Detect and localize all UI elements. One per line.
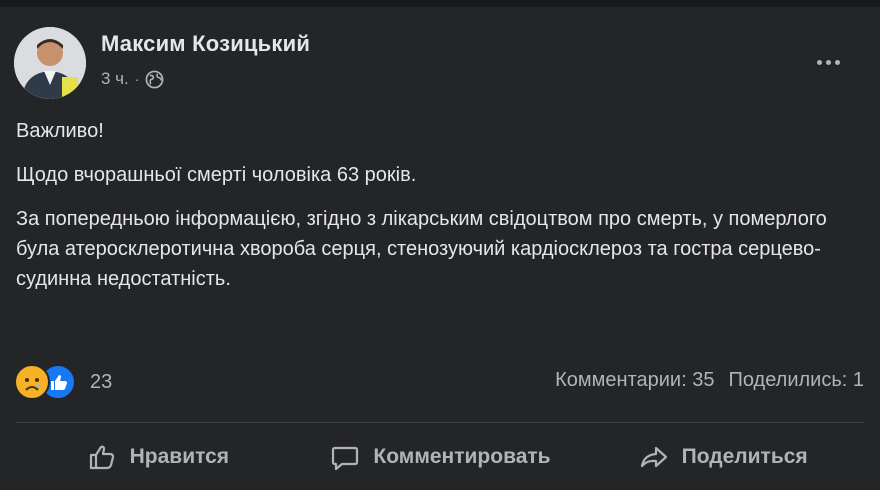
comment-button[interactable]: Комментировать bbox=[299, 433, 582, 481]
author-avatar[interactable] bbox=[14, 27, 86, 99]
reaction-count: 23 bbox=[90, 370, 113, 393]
share-button-label: Поделиться bbox=[681, 445, 808, 468]
post-body: Важливо! Щодо вчорашньої смерті чоловіка… bbox=[16, 116, 866, 294]
meta-separator: · bbox=[134, 71, 140, 87]
thumbs-up-icon bbox=[89, 445, 114, 470]
like-button-label: Нравится bbox=[129, 445, 230, 468]
engagement-counts: Комментарии: 35 Поделились: 1 bbox=[555, 369, 864, 392]
post-card: Максим Козицький 3 ч. · Важливо! Щодо вч… bbox=[0, 7, 880, 490]
sad-reaction-icon bbox=[14, 364, 50, 400]
share-button[interactable]: Поделиться bbox=[581, 433, 864, 481]
post-paragraph: Щодо вчорашньої смерті чоловіка 63 років… bbox=[16, 164, 417, 186]
post-paragraph: Важливо! bbox=[16, 120, 104, 142]
more-dot bbox=[825, 59, 831, 65]
share-icon bbox=[640, 446, 667, 468]
more-dot bbox=[834, 59, 840, 65]
post-time[interactable]: 3 ч. bbox=[101, 69, 129, 89]
post-header: Максим Козицький 3 ч. · bbox=[14, 27, 864, 99]
more-dot bbox=[816, 59, 822, 65]
reactions-summary[interactable]: 23 bbox=[14, 364, 113, 400]
post-stats: 23 Комментарии: 35 Поделились: 1 bbox=[14, 363, 864, 400]
post-meta: 3 ч. · bbox=[101, 69, 164, 89]
comment-icon bbox=[332, 446, 359, 471]
comments-count-link[interactable]: Комментарии: 35 bbox=[555, 369, 714, 392]
actions-divider bbox=[16, 422, 864, 423]
more-options-icon[interactable] bbox=[808, 47, 848, 77]
avatar-image bbox=[14, 27, 86, 99]
author-name[interactable]: Максим Козицький bbox=[101, 31, 310, 57]
post-actions: Нравится Комментировать Поделиться bbox=[16, 433, 864, 481]
comment-button-label: Комментировать bbox=[373, 445, 551, 468]
shares-count-link[interactable]: Поделились: 1 bbox=[728, 369, 864, 392]
like-button[interactable]: Нравится bbox=[16, 433, 299, 481]
post-paragraph: За попередньою інформацією, згідно з лік… bbox=[16, 208, 827, 290]
globe-icon[interactable] bbox=[145, 70, 164, 89]
